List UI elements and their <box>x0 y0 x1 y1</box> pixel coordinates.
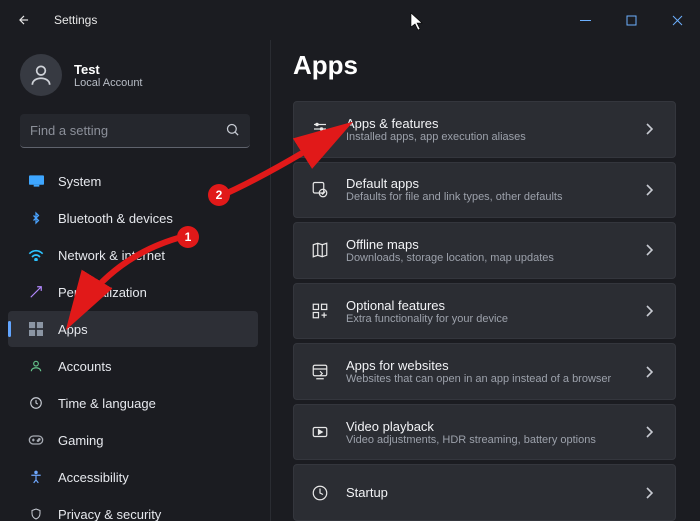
search-input[interactable] <box>20 114 250 148</box>
close-icon <box>672 15 683 26</box>
privacy-icon <box>28 506 44 521</box>
apps-icon <box>28 321 44 337</box>
minimize-icon <box>580 15 591 26</box>
sidebar-item-label: Network & internet <box>58 248 165 263</box>
card-subtitle: Video adjustments, HDR streaming, batter… <box>346 434 629 446</box>
profile-name: Test <box>74 62 143 77</box>
search-wrap <box>20 114 250 148</box>
profile-account-type: Local Account <box>74 77 143 89</box>
card-text: Default apps Defaults for file and link … <box>346 176 629 203</box>
arrow-left-icon <box>17 13 31 27</box>
bluetooth-icon <box>28 210 44 226</box>
settings-card-startup[interactable]: Startup <box>293 464 676 521</box>
card-text: Offline maps Downloads, storage location… <box>346 237 629 264</box>
card-title: Video playback <box>346 419 629 434</box>
time-icon <box>28 395 44 411</box>
card-subtitle: Websites that can open in an app instead… <box>346 373 629 385</box>
sidebar-item-label: Personalization <box>58 285 147 300</box>
maximize-button[interactable] <box>608 0 654 40</box>
sidebar-item-privacy[interactable]: Privacy & security <box>8 496 258 521</box>
sidebar-item-time[interactable]: Time & language <box>8 385 258 421</box>
settings-card-list: Apps & features Installed apps, app exec… <box>293 101 676 521</box>
avatar <box>20 54 62 96</box>
sidebar-item-label: Accounts <box>58 359 111 374</box>
person-icon <box>28 62 54 88</box>
sidebar-item-label: Time & language <box>58 396 156 411</box>
sidebar-item-label: Apps <box>58 322 88 337</box>
settings-card-websites[interactable]: Apps for websites Websites that can open… <box>293 343 676 400</box>
card-subtitle: Installed apps, app execution aliases <box>346 131 629 143</box>
sidebar-item-label: Privacy & security <box>58 507 161 521</box>
websites-icon <box>310 362 330 382</box>
card-title: Default apps <box>346 176 629 191</box>
chevron-right-icon <box>645 305 659 317</box>
chevron-right-icon <box>645 487 659 499</box>
maximize-icon <box>626 15 637 26</box>
startup-icon <box>310 483 330 503</box>
sidebar: Test Local Account System Bluetooth & dev… <box>0 40 270 521</box>
personalization-icon <box>28 284 44 300</box>
card-subtitle: Defaults for file and link types, other … <box>346 191 629 203</box>
sidebar-item-bluetooth[interactable]: Bluetooth & devices <box>8 200 258 236</box>
card-title: Startup <box>346 485 629 500</box>
sidebar-item-accounts[interactable]: Accounts <box>8 348 258 384</box>
profile-block[interactable]: Test Local Account <box>0 44 270 114</box>
profile-text: Test Local Account <box>74 62 143 89</box>
close-button[interactable] <box>654 0 700 40</box>
card-text: Apps & features Installed apps, app exec… <box>346 116 629 143</box>
card-subtitle: Extra functionality for your device <box>346 313 629 325</box>
back-button[interactable] <box>12 8 36 32</box>
card-text: Startup <box>346 485 629 500</box>
apps-features-icon <box>310 119 330 139</box>
content-panel: Apps Apps & features Installed apps, app… <box>270 40 700 521</box>
card-text: Video playback Video adjustments, HDR st… <box>346 419 629 446</box>
default-apps-icon <box>310 180 330 200</box>
card-title: Optional features <box>346 298 629 313</box>
card-subtitle: Downloads, storage location, map updates <box>346 252 629 264</box>
window-title: Settings <box>54 13 97 27</box>
chevron-right-icon <box>645 184 659 196</box>
minimize-button[interactable] <box>562 0 608 40</box>
window-controls <box>562 0 700 40</box>
card-title: Apps & features <box>346 116 629 131</box>
video-icon <box>310 422 330 442</box>
sidebar-item-personalization[interactable]: Personalization <box>8 274 258 310</box>
settings-card-apps-features[interactable]: Apps & features Installed apps, app exec… <box>293 101 676 158</box>
chevron-right-icon <box>645 244 659 256</box>
mouse-cursor-icon <box>410 12 426 32</box>
sidebar-item-network[interactable]: Network & internet <box>8 237 258 273</box>
chevron-right-icon <box>645 123 659 135</box>
sidebar-item-label: Accessibility <box>58 470 129 485</box>
sidebar-item-system[interactable]: System <box>8 163 258 199</box>
accounts-icon <box>28 358 44 374</box>
sidebar-item-label: System <box>58 174 101 189</box>
sidebar-item-apps[interactable]: Apps <box>8 311 258 347</box>
settings-card-video[interactable]: Video playback Video adjustments, HDR st… <box>293 404 676 461</box>
system-icon <box>28 173 44 189</box>
sidebar-item-label: Gaming <box>58 433 104 448</box>
optional-icon <box>310 301 330 321</box>
network-icon <box>28 247 44 263</box>
card-text: Apps for websites Websites that can open… <box>346 358 629 385</box>
sidebar-item-label: Bluetooth & devices <box>58 211 173 226</box>
page-title: Apps <box>293 50 676 81</box>
main-layout: Test Local Account System Bluetooth & dev… <box>0 40 700 521</box>
settings-card-maps[interactable]: Offline maps Downloads, storage location… <box>293 222 676 279</box>
card-text: Optional features Extra functionality fo… <box>346 298 629 325</box>
search-icon <box>225 122 240 137</box>
chevron-right-icon <box>645 426 659 438</box>
card-title: Apps for websites <box>346 358 629 373</box>
sidebar-nav: System Bluetooth & devices Network & inter… <box>0 162 270 521</box>
sidebar-item-accessibility[interactable]: Accessibility <box>8 459 258 495</box>
card-title: Offline maps <box>346 237 629 252</box>
chevron-right-icon <box>645 366 659 378</box>
accessibility-icon <box>28 469 44 485</box>
settings-card-optional[interactable]: Optional features Extra functionality fo… <box>293 283 676 340</box>
settings-card-default-apps[interactable]: Default apps Defaults for file and link … <box>293 162 676 219</box>
maps-icon <box>310 240 330 260</box>
titlebar: Settings <box>0 0 700 40</box>
sidebar-item-gaming[interactable]: Gaming <box>8 422 258 458</box>
gaming-icon <box>28 432 44 448</box>
